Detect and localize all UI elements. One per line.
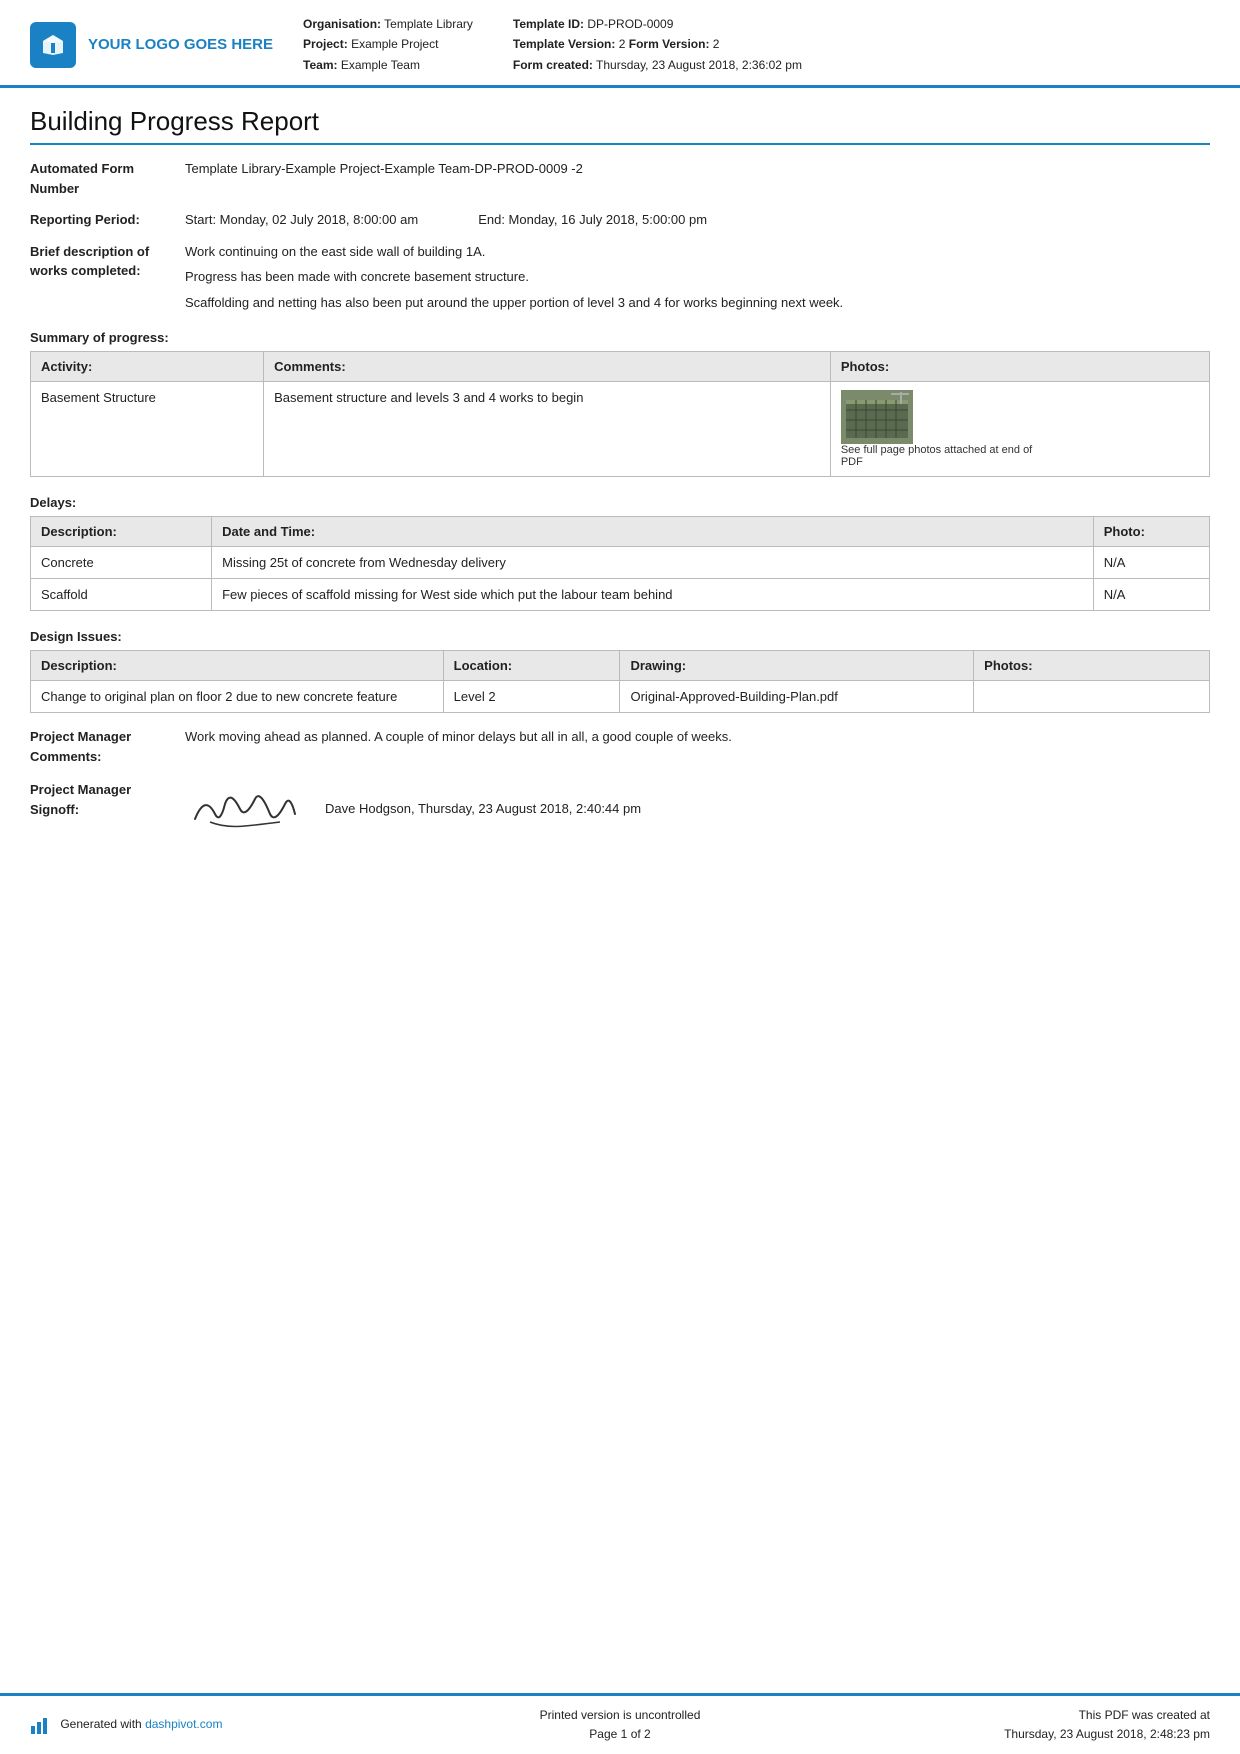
summary-row-comments: Basement structure and levels 3 and 4 wo… [264,382,831,477]
building-thumbnail [841,390,913,444]
brief-desc-label: Brief description of works completed: [30,242,185,281]
footer-page-current: 1 [621,1727,628,1741]
footer-pdf-created: This PDF was created at Thursday, 23 Aug… [817,1706,1210,1744]
reporting-period-row: Reporting Period: Start: Monday, 02 July… [30,210,1210,230]
footer-page: Printed version is uncontrolled Page 1 o… [423,1706,816,1744]
delays-heading: Delays: [30,495,1210,510]
summary-col-comments: Comments: [264,352,831,382]
footer-page-label: Page [589,1727,617,1741]
form-version-label: Form Version: [629,37,710,51]
design-row1-drawing: Original-Approved-Building-Plan.pdf [620,681,974,713]
design-issues-table: Description: Location: Drawing: Photos: … [30,650,1210,713]
form-created-value: Thursday, 23 August 2018, 2:36:02 pm [596,58,802,72]
pm-comments-label: Project Manager Comments: [30,727,185,766]
brief-desc-value: Work continuing on the east side wall of… [185,242,1210,313]
signature-area: Dave Hodgson, Thursday, 23 August 2018, … [185,784,1210,834]
delays-row1-description: Concrete [31,547,212,579]
logo-text: YOUR LOGO GOES HERE [88,36,273,54]
delays-row2-description: Scaffold [31,579,212,611]
logo-area: YOUR LOGO GOES HERE [30,14,273,75]
delays-row1-photo: N/A [1093,547,1209,579]
table-row: Scaffold Few pieces of scaffold missing … [31,579,1210,611]
design-row1-description: Change to original plan on floor 2 due t… [31,681,444,713]
design-col-description: Description: [31,651,444,681]
footer-pdf-created-value: Thursday, 23 August 2018, 2:48:23 pm [817,1725,1210,1744]
delays-col-datetime: Date and Time: [212,517,1094,547]
team-label: Team: [303,58,337,72]
footer-printed: Printed version is uncontrolled [423,1706,816,1725]
project-label: Project: [303,37,348,51]
reporting-start: Start: Monday, 02 July 2018, 8:00:00 am [185,210,418,230]
form-version-value: 2 [713,37,720,51]
header-org-project: Organisation: Template Library Project: … [303,14,473,75]
delays-table: Description: Date and Time: Photo: Concr… [30,516,1210,611]
brief-desc-row: Brief description of works completed: Wo… [30,242,1210,313]
signature-image [185,784,305,834]
pm-signoff-name: Dave Hodgson, Thursday, 23 August 2018, … [325,799,641,819]
brief-desc-para-3: Scaffolding and netting has also been pu… [185,293,1210,313]
pm-signoff-area: Dave Hodgson, Thursday, 23 August 2018, … [185,780,1210,834]
automated-form-row: Automated Form Number Template Library-E… [30,159,1210,198]
footer-pdf-created-label: This PDF was created at [817,1706,1210,1725]
delays-col-photo: Photo: [1093,517,1209,547]
header-ids: Template ID: DP-PROD-0009 Template Versi… [513,14,802,75]
design-issues-heading: Design Issues: [30,629,1210,644]
header-meta: Organisation: Template Library Project: … [303,14,1210,75]
form-created-label: Form created: [513,58,593,72]
reporting-period-value: Start: Monday, 02 July 2018, 8:00:00 am … [185,210,1210,230]
summary-col-activity: Activity: [31,352,264,382]
reporting-period-label: Reporting Period: [30,210,185,230]
delays-row2-datetime: Few pieces of scaffold missing for West … [212,579,1094,611]
design-row1-photos [974,681,1210,713]
page-footer: Generated with dashpivot.com Printed ver… [0,1693,1240,1754]
project-value: Example Project [351,37,438,51]
design-row1-location: Level 2 [443,681,620,713]
photo-cell: See full page photos attached at end of … [841,390,1199,468]
design-col-drawing: Drawing: [620,651,974,681]
delays-col-description: Description: [31,517,212,547]
table-row: Basement Structure Basement structure an… [31,382,1210,477]
table-row: Concrete Missing 25t of concrete from We… [31,547,1210,579]
template-id-label: Template ID: [513,17,584,31]
footer-generated: Generated with dashpivot.com [30,1715,423,1734]
brief-desc-para-2: Progress has been made with concrete bas… [185,267,1210,287]
summary-row-activity: Basement Structure [31,382,264,477]
summary-heading: Summary of progress: [30,330,1210,345]
reporting-end: End: Monday, 16 July 2018, 5:00:00 pm [478,210,707,230]
design-col-location: Location: [443,651,620,681]
footer-page-of: of 2 [631,1727,651,1741]
org-label: Organisation: [303,17,381,31]
org-value: Template Library [384,17,473,31]
team-value: Example Team [341,58,420,72]
dashpivot-icon [30,1716,52,1734]
photo-caption: See full page photos attached at end of … [841,444,1041,468]
pm-comments-row: Project Manager Comments: Work moving ah… [30,727,1210,766]
template-version-label: Template Version: [513,37,615,51]
delays-row2-photo: N/A [1093,579,1209,611]
footer-generated-text: Generated with [60,1717,145,1731]
main-content: Building Progress Report Automated Form … [0,88,1240,926]
table-row: Change to original plan on floor 2 due t… [31,681,1210,713]
template-id-value: DP-PROD-0009 [587,17,673,31]
template-version-value: 2 [619,37,626,51]
automated-form-value: Template Library-Example Project-Example… [185,159,1210,179]
brief-desc-para-1: Work continuing on the east side wall of… [185,242,1210,262]
design-col-photos: Photos: [974,651,1210,681]
page-header: YOUR LOGO GOES HERE Organisation: Templa… [0,0,1240,88]
report-title: Building Progress Report [30,106,1210,145]
automated-form-label: Automated Form Number [30,159,185,198]
footer-dashpivot-link[interactable]: dashpivot.com [145,1717,222,1731]
logo-icon [30,22,76,68]
summary-col-photos: Photos: [830,352,1209,382]
delays-row1-datetime: Missing 25t of concrete from Wednesday d… [212,547,1094,579]
summary-table: Activity: Comments: Photos: Basement Str… [30,351,1210,477]
footer-page-number: Page 1 of 2 [423,1725,816,1744]
pm-signoff-row: Project Manager Signoff: Dave Hodgson, T… [30,780,1210,834]
summary-row-photos: See full page photos attached at end of … [830,382,1209,477]
pm-signoff-label: Project Manager Signoff: [30,780,185,819]
pm-comments-value: Work moving ahead as planned. A couple o… [185,727,1210,747]
